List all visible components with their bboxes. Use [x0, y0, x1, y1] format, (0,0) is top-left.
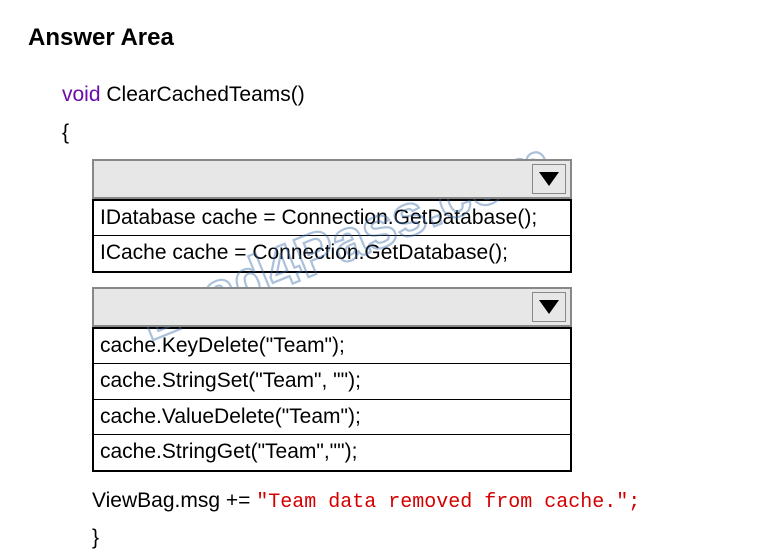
- function-name: ClearCachedTeams(): [101, 83, 305, 106]
- string-literal: "Team data removed from cache.";: [256, 491, 640, 514]
- open-brace: {: [62, 118, 741, 148]
- void-keyword: void: [62, 83, 101, 106]
- dropdown-2-option[interactable]: cache.StringSet("Team", "");: [94, 363, 570, 398]
- dropdown-2-option[interactable]: cache.KeyDelete("Team");: [94, 327, 570, 363]
- code-block: void ClearCachedTeams() { IDatabase cach…: [28, 80, 741, 553]
- dropdown-1: IDatabase cache = Connection.GetDatabase…: [92, 159, 572, 273]
- dropdown-2-option[interactable]: cache.StringGet("Team","");: [94, 434, 570, 469]
- chevron-down-icon[interactable]: [532, 164, 566, 194]
- page-title: Answer Area: [28, 24, 741, 52]
- close-brace: }: [62, 523, 741, 553]
- method-signature: void ClearCachedTeams(): [62, 80, 741, 110]
- dropdown-2-options: cache.KeyDelete("Team"); cache.StringSet…: [92, 327, 572, 472]
- dropdown-2-option[interactable]: cache.ValueDelete("Team");: [94, 399, 570, 434]
- dropdown-1-header[interactable]: [92, 159, 572, 199]
- dropdown-2-header[interactable]: [92, 287, 572, 327]
- dropdown-2: cache.KeyDelete("Team"); cache.StringSet…: [92, 287, 572, 472]
- dropdown-1-options: IDatabase cache = Connection.GetDatabase…: [92, 199, 572, 273]
- viewbag-line: ViewBag.msg += "Team data removed from c…: [62, 486, 741, 517]
- viewbag-assign: ViewBag.msg +=: [92, 489, 256, 512]
- chevron-down-icon[interactable]: [532, 292, 566, 322]
- dropdown-1-option[interactable]: IDatabase cache = Connection.GetDatabase…: [94, 199, 570, 235]
- dropdown-1-option[interactable]: ICache cache = Connection.GetDatabase();: [94, 235, 570, 270]
